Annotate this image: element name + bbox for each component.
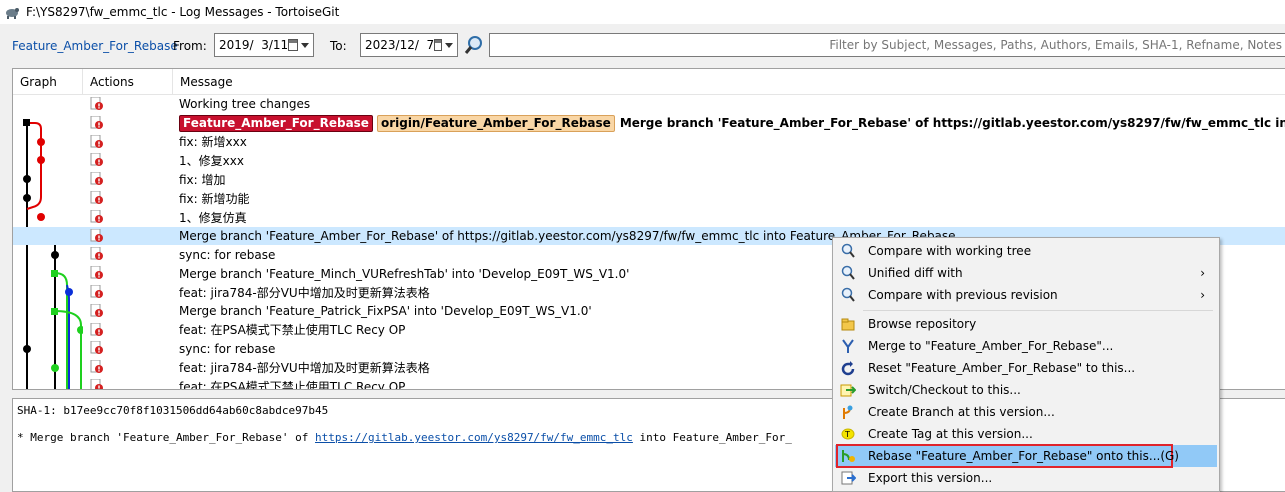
- row-message: Working tree changes: [179, 97, 311, 112]
- submenu-arrow-icon: ›: [1200, 288, 1205, 302]
- menu-item-create-tag[interactable]: T Create Tag at this version...: [835, 423, 1217, 445]
- row-message: feat: jira784-部分VU中增加及时更新算法表格: [179, 361, 430, 376]
- calendar-icon[interactable]: [288, 39, 298, 51]
- table-row[interactable]: Working tree changes: [13, 95, 1285, 114]
- row-message: feat: 在PSA模式下禁止使用TLC Recy OP: [179, 323, 406, 338]
- modified-action-icon: [90, 341, 103, 355]
- submenu-arrow-icon: ›: [1200, 266, 1205, 280]
- row-message: fix: 增加: [179, 173, 226, 188]
- row-message: feat: jira784-部分VU中增加及时更新算法表格: [179, 285, 430, 300]
- menu-item-unified-diff[interactable]: Unified diff with ›: [835, 262, 1217, 284]
- reset-icon: [841, 361, 855, 376]
- commit-message-prefix: * Merge branch 'Feature_Amber_For_Rebase…: [17, 431, 316, 444]
- table-row[interactable]: Feature_Amber_For_Rebase origin/Feature_…: [13, 114, 1285, 133]
- menu-item-compare-working-tree[interactable]: Compare with working tree: [835, 240, 1217, 262]
- modified-action-icon: [90, 322, 103, 336]
- calendar-icon[interactable]: [434, 39, 442, 51]
- row-message: feat: 在PSA模式下禁止使用TLC Recy OP: [179, 379, 406, 390]
- export-icon: [841, 471, 856, 485]
- sha-line: SHA-1: b17ee9cc70f8f1031506dd64ab60c8abd…: [17, 404, 329, 417]
- remote-branch-label[interactable]: origin/Feature_Amber_For_Rebase: [376, 114, 615, 132]
- to-date-value: 2023/12/ 7: [365, 38, 435, 52]
- table-row[interactable]: fix: 增加: [13, 170, 1285, 189]
- row-message: sync: for rebase: [179, 341, 276, 356]
- diff-icon: [841, 265, 855, 280]
- filter-bar: Feature_Amber_For_Rebase From: 2019/ 3/1…: [0, 28, 1285, 64]
- modified-action-icon: [90, 153, 103, 167]
- table-row[interactable]: fix: 新增xxx: [13, 133, 1285, 152]
- modified-action-icon: [90, 284, 103, 298]
- to-label: To:: [330, 39, 347, 53]
- column-header-graph[interactable]: Graph: [13, 69, 83, 95]
- create-branch-icon: [843, 405, 853, 419]
- modified-action-icon: [90, 134, 103, 148]
- table-row[interactable]: fix: 新增功能: [13, 189, 1285, 208]
- from-date-value: 2019/ 3/11: [219, 38, 289, 52]
- table-row[interactable]: 1、修复仿真: [13, 208, 1285, 227]
- row-message: 1、修复仿真: [179, 210, 247, 225]
- merge-icon: [842, 339, 854, 353]
- tag-icon: T: [841, 428, 855, 440]
- menu-item-merge[interactable]: Merge to "Feature_Amber_For_Rebase"...: [835, 335, 1217, 357]
- commit-message-line: * Merge branch 'Feature_Amber_For_Rebase…: [17, 431, 792, 444]
- table-row[interactable]: 1、修复xxx: [13, 151, 1285, 170]
- menu-item-rebase[interactable]: Rebase "Feature_Amber_For_Rebase" onto t…: [835, 444, 1217, 468]
- chevron-down-icon[interactable]: [301, 42, 309, 48]
- modified-action-icon: [90, 247, 103, 261]
- row-message: Merge branch 'Feature_Patrick_FixPSA' in…: [179, 304, 592, 319]
- row-message: sync: for rebase: [179, 247, 276, 262]
- menu-item-export[interactable]: Export this version...: [835, 467, 1217, 489]
- row-message: 1、修复xxx: [179, 154, 244, 169]
- modified-action-icon: [90, 209, 103, 223]
- local-branch-label[interactable]: Feature_Amber_For_Rebase: [179, 114, 373, 132]
- column-header-actions[interactable]: Actions: [83, 69, 173, 95]
- search-icon[interactable]: [462, 33, 486, 57]
- branch-link[interactable]: Feature_Amber_For_Rebase: [12, 39, 178, 53]
- modified-action-icon: [90, 303, 103, 317]
- modified-action-icon: [90, 360, 103, 374]
- modified-action-icon: [90, 97, 103, 110]
- svg-text:T: T: [844, 430, 850, 439]
- modified-action-icon: [90, 378, 103, 389]
- rebase-icon: [842, 450, 855, 462]
- context-menu: Compare with working tree Unified diff w…: [832, 237, 1220, 492]
- menu-item-create-branch[interactable]: Create Branch at this version...: [835, 401, 1217, 423]
- compare-icon: [841, 243, 855, 258]
- menu-item-switch-checkout[interactable]: Switch/Checkout to this...: [835, 379, 1217, 401]
- chevron-down-icon[interactable]: [445, 42, 453, 48]
- commit-message-suffix: into Feature_Amber_For_: [632, 431, 792, 444]
- modified-action-icon: [90, 115, 103, 129]
- menu-item-compare-previous[interactable]: Compare with previous revision ›: [835, 284, 1217, 306]
- window-title: F:\YS8297\fw_emmc_tlc - Log Messages - T…: [26, 5, 340, 19]
- menu-item-reset[interactable]: Reset "Feature_Amber_For_Rebase" to this…: [835, 357, 1217, 379]
- repo-url-link[interactable]: https://gitlab.yeestor.com/ys8297/fw/fw_…: [315, 431, 633, 444]
- filter-input[interactable]: [489, 33, 1285, 57]
- row-message-text: Merge branch 'Feature_Amber_For_Rebase' …: [619, 116, 1285, 131]
- modified-action-icon: [90, 266, 103, 280]
- row-message: fix: 新增功能: [179, 191, 250, 206]
- row-message: Feature_Amber_For_Rebase origin/Feature_…: [179, 114, 1285, 133]
- tortoisegit-icon: [6, 8, 19, 19]
- menu-item-browse-repository[interactable]: Browse repository: [835, 313, 1217, 335]
- row-message: fix: 新增xxx: [179, 135, 247, 150]
- list-header: Graph Actions Message: [13, 69, 1285, 95]
- browse-repository-icon: [841, 318, 855, 331]
- switch-checkout-icon: [840, 384, 856, 397]
- modified-action-icon: [90, 228, 103, 242]
- row-message: Merge branch 'Feature_Minch_VURefreshTab…: [179, 266, 630, 281]
- from-date-picker[interactable]: 2019/ 3/11: [214, 33, 314, 57]
- to-date-picker[interactable]: 2023/12/ 7: [360, 33, 458, 57]
- modified-action-icon: [90, 190, 103, 204]
- column-header-message[interactable]: Message: [173, 69, 1285, 95]
- compare-icon: [841, 287, 855, 302]
- from-label: From:: [173, 39, 207, 53]
- title-bar: F:\YS8297\fw_emmc_tlc - Log Messages - T…: [0, 0, 1285, 24]
- menu-separator: [863, 310, 1213, 311]
- modified-action-icon: [90, 172, 103, 186]
